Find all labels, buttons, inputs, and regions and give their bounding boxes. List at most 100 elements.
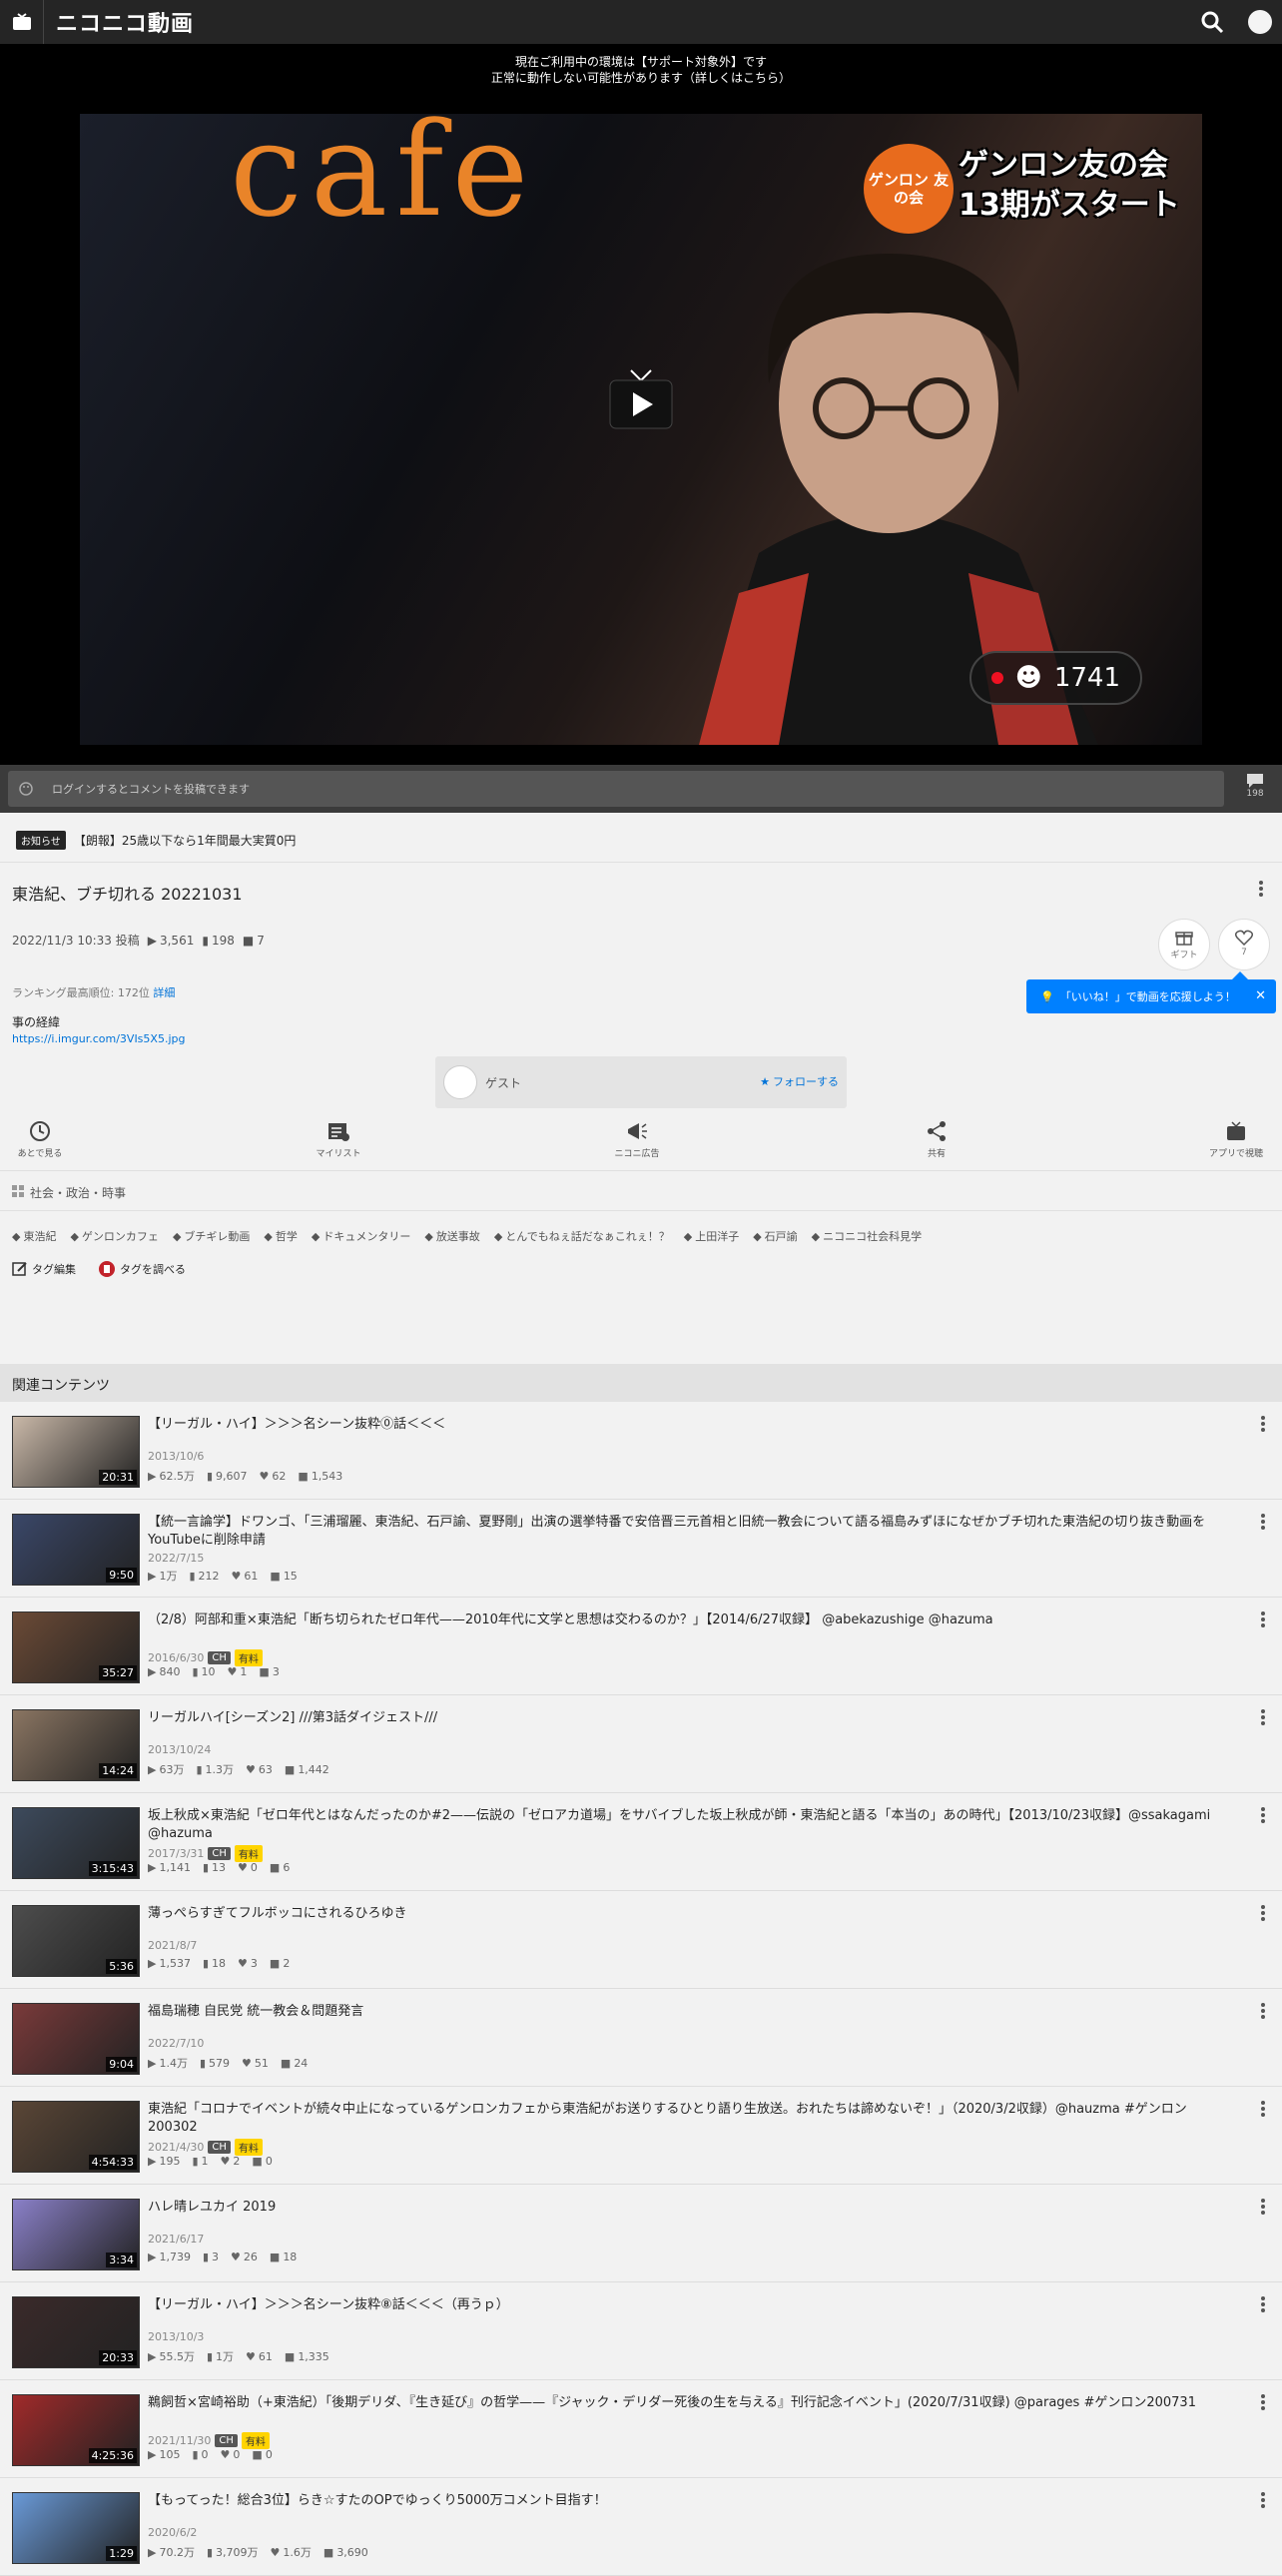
follow-button[interactable]: ★ フォローする xyxy=(760,1073,839,1089)
related-menu-kebab-icon[interactable] xyxy=(1260,2490,1266,2510)
announcement-bar[interactable]: お知らせ 【朗報】25歳以下なら1年間最大実質0円 xyxy=(0,819,1282,863)
related-date: 2021/8/7 xyxy=(148,1939,198,1952)
related-menu-kebab-icon[interactable] xyxy=(1260,1610,1266,1629)
related-menu-kebab-icon[interactable] xyxy=(1260,1414,1266,1434)
video-thumbnail[interactable]: 20:33 xyxy=(12,2296,140,2368)
tag-item[interactable]: ◆ ニコニコ社会科見学 xyxy=(812,1228,922,1244)
related-item[interactable]: 14:24 リーガルハイ[シーズン2] ///第3話ダイジェスト/// 2013/1… xyxy=(0,1695,1282,1793)
user-avatar[interactable] xyxy=(1248,10,1272,34)
video-thumbnail[interactable]: 4:54:33 xyxy=(12,2101,140,2173)
nicoad-button[interactable]: ニコニ広告 xyxy=(597,1120,677,1159)
tag-item[interactable]: ◆ 石戸諭 xyxy=(753,1228,797,1244)
heart-icon: ♥ xyxy=(246,2349,256,2363)
comment-input[interactable]: ログインするとコメントを投稿できます xyxy=(8,771,1224,807)
tag-item[interactable]: ◆ 哲学 xyxy=(264,1228,297,1244)
close-icon[interactable]: ✕ xyxy=(1255,988,1266,1003)
video-thumbnail[interactable]: 5:36 xyxy=(12,1905,140,1977)
video-thumbnail[interactable]: 4:25:36 xyxy=(12,2394,140,2466)
comment-palette-icon[interactable] xyxy=(18,781,34,797)
tag-edit-button[interactable]: タグ編集 xyxy=(12,1260,76,1278)
related-item[interactable]: 3:34 ハレ晴レユカイ 2019 2021/6/17 ▶ 1,739 ▮ 3 ♥ 26 ■ 18 xyxy=(0,2185,1282,2282)
related-menu-kebab-icon[interactable] xyxy=(1260,2001,1266,2021)
tag-item[interactable]: ◆ とんでもねぇ話だなぁこれぇ！？ xyxy=(494,1228,670,1244)
related-title[interactable]: リーガルハイ[シーズン2] ///第3話ダイジェスト/// xyxy=(148,1709,1236,1727)
related-item[interactable]: 4:54:33 東浩紀「コロナでイベントが続々中止になっているゲンロンカフェから東… xyxy=(0,2087,1282,2185)
comment-list-button[interactable]: 198 xyxy=(1236,771,1274,809)
related-title[interactable]: 福島瑞穂 自民党 統一教会＆問題発言 xyxy=(148,2003,1236,2021)
tag-item[interactable]: ◆ 放送事故 xyxy=(424,1228,479,1244)
related-title[interactable]: 鵜飼哲×宮崎裕助（+東浩紀）「後期デリダ、『生き延び』の哲学——『ジャック・デリ… xyxy=(148,2394,1236,2412)
related-item[interactable]: 20:31 【リーガル・ハイ】＞＞＞名シーン抜粋⓪話＜＜＜ 2013/10/6 ▶ 62… xyxy=(0,1402,1282,1500)
video-thumbnail[interactable]: 3:34 xyxy=(12,2199,140,2270)
folder-icon: ■ xyxy=(269,2251,281,2263)
video-menu-kebab-icon[interactable] xyxy=(1258,879,1264,899)
related-menu-kebab-icon[interactable] xyxy=(1260,2392,1266,2412)
watch-later-button[interactable]: あとで見る xyxy=(0,1120,80,1159)
related-title[interactable]: （2/8）阿部和重×東浩紀「断ち切られたゼロ年代——2010年代に文学と思想は交… xyxy=(148,1611,1236,1629)
video-thumbnail[interactable]: 1:29 xyxy=(12,2492,140,2564)
related-title[interactable]: 【統一言論学】ドワンゴ、「三浦瑠麗、東浩紀、石戸諭、夏野剛」出演の選挙特番で安倍… xyxy=(148,1514,1236,1550)
video-thumbnail[interactable]: 3:15:43 xyxy=(12,1807,140,1879)
related-item[interactable]: 9:04 福島瑞穂 自民党 統一教会＆問題発言 2022/7/10 ▶ 1.4万 ▮ 579… xyxy=(0,1989,1282,2087)
tag-search-button[interactable]: タグを調べる xyxy=(98,1260,186,1278)
gift-button[interactable]: ギフト xyxy=(1158,919,1210,970)
related-item[interactable]: 5:36 薄っぺらすぎてフルボッコにされるひろゆき 2021/8/7 ▶ 1,537 ▮ 1… xyxy=(0,1891,1282,1989)
related-menu-kebab-icon[interactable] xyxy=(1260,1707,1266,1727)
ranking-detail-link[interactable]: 詳細 xyxy=(153,986,175,999)
view-stat: ▶ 105 xyxy=(148,2448,181,2461)
related-item[interactable]: 9:50 【統一言論学】ドワンゴ、「三浦瑠麗、東浩紀、石戸諭、夏野剛」出演の選挙特… xyxy=(0,1500,1282,1598)
related-date: 2022/7/10 xyxy=(148,2037,205,2050)
play-icon[interactable] xyxy=(609,368,673,430)
search-icon[interactable] xyxy=(1198,8,1226,36)
related-title[interactable]: 【もってった！総合3位】らき☆すたのOPでゆっくり5000万コメント目指す！ xyxy=(148,2492,1236,2510)
related-title[interactable]: 坂上秋成×東浩紀「ゼロ年代とはなんだったのか#2——伝説の「ゼロアカ道場」をサバ… xyxy=(148,1807,1236,1843)
like-stat: ♥ 0 xyxy=(220,2448,241,2461)
related-menu-kebab-icon[interactable] xyxy=(1260,1805,1266,1825)
play-count-icon: ▶ xyxy=(148,1861,157,1874)
tag-item[interactable]: ◆ ゲンロンカフェ xyxy=(70,1228,158,1244)
related-item[interactable]: 35:27 （2/8）阿部和重×東浩紀「断ち切られたゼロ年代——2010年代に文学… xyxy=(0,1598,1282,1695)
view-stat: ▶ 63万 xyxy=(148,1762,185,1777)
niconico-logo-icon[interactable] xyxy=(0,0,44,44)
share-button[interactable]: 共有 xyxy=(897,1120,976,1159)
app-watch-button[interactable]: アプリで視聴 xyxy=(1196,1120,1276,1159)
related-menu-kebab-icon[interactable] xyxy=(1260,1903,1266,1923)
video-thumbnail[interactable]: 9:50 xyxy=(12,1514,140,1586)
tag-item[interactable]: ◆ ブチギレ動画 xyxy=(173,1228,250,1244)
brand-title[interactable]: ニコニコ動画 xyxy=(56,6,194,38)
like-button[interactable]: 7 xyxy=(1218,919,1270,970)
video-thumbnail[interactable]: 9:04 xyxy=(12,2003,140,2075)
description-link[interactable]: https://i.imgur.com/3VIs5X5.jpg xyxy=(12,1032,185,1045)
view-stat: ▶ 1万 xyxy=(148,1569,178,1584)
related-title[interactable]: 【リーガル・ハイ】＞＞＞名シーン抜粋⓪話＜＜＜ xyxy=(148,1416,1236,1434)
related-title[interactable]: 【リーガル・ハイ】＞＞＞名シーン抜粋⑧話＜＜＜（再うｐ） xyxy=(148,2296,1236,2314)
video-thumbnail[interactable]: 20:31 xyxy=(12,1416,140,1488)
heart-icon: ♥ xyxy=(231,2251,241,2263)
related-title[interactable]: ハレ晴レユカイ 2019 xyxy=(148,2199,1236,2217)
related-menu-kebab-icon[interactable] xyxy=(1260,2099,1266,2119)
video-player[interactable]: 現在ご利用中の環境は【サポート対象外】です 正常に動作しない可能性があります（詳… xyxy=(0,44,1282,765)
related-title[interactable]: 東浩紀「コロナでイベントが続々中止になっているゲンロンカフェから東浩紀がお送りす… xyxy=(148,2101,1236,2137)
video-category[interactable]: 社会・政治・時事 xyxy=(12,1184,126,1201)
video-thumbnail[interactable]: 35:27 xyxy=(12,1611,140,1683)
owner-name[interactable]: ゲスト xyxy=(485,1074,521,1091)
related-menu-kebab-icon[interactable] xyxy=(1260,2197,1266,2217)
owner-avatar[interactable] xyxy=(443,1065,477,1099)
owner-panel[interactable]: ゲスト ★ フォローする xyxy=(435,1056,847,1108)
related-item[interactable]: 3:15:43 坂上秋成×東浩紀「ゼロ年代とはなんだったのか#2——伝説の「ゼロア… xyxy=(0,1793,1282,1891)
related-menu-kebab-icon[interactable] xyxy=(1260,1512,1266,1532)
tag-item[interactable]: ◆ 東浩紀 xyxy=(12,1228,56,1244)
announcement-text[interactable]: 【朗報】25歳以下なら1年間最大実質0円 xyxy=(74,832,297,849)
mylist-button[interactable]: マイリスト xyxy=(299,1120,378,1159)
related-item[interactable]: 1:29 【もってった！総合3位】らき☆すたのOPでゆっくり5000万コメント目指… xyxy=(0,2478,1282,2576)
related-date: 2013/10/3 xyxy=(148,2330,205,2343)
tag-item[interactable]: ◆ ドキュメンタリー xyxy=(312,1228,410,1244)
related-item[interactable]: 20:33 【リーガル・ハイ】＞＞＞名シーン抜粋⑧話＜＜＜（再うｐ） 2013/10… xyxy=(0,2282,1282,2380)
tag-item[interactable]: ◆ 上田洋子 xyxy=(684,1228,739,1244)
related-item[interactable]: 4:25:36 鵜飼哲×宮崎裕助（+東浩紀）「後期デリダ、『生き延び』の哲学——『… xyxy=(0,2380,1282,2478)
related-menu-kebab-icon[interactable] xyxy=(1260,2294,1266,2314)
like-tooltip[interactable]: 💡 「いいね！」で動画を応援しよう！ ✕ xyxy=(1026,971,1276,1013)
related-title[interactable]: 薄っぺらすぎてフルボッコにされるひろゆき xyxy=(148,1905,1236,1923)
unsupported-env-notice[interactable]: 現在ご利用中の環境は【サポート対象外】です 正常に動作しない可能性があります（詳… xyxy=(0,54,1282,86)
video-thumbnail[interactable]: 14:24 xyxy=(12,1709,140,1781)
